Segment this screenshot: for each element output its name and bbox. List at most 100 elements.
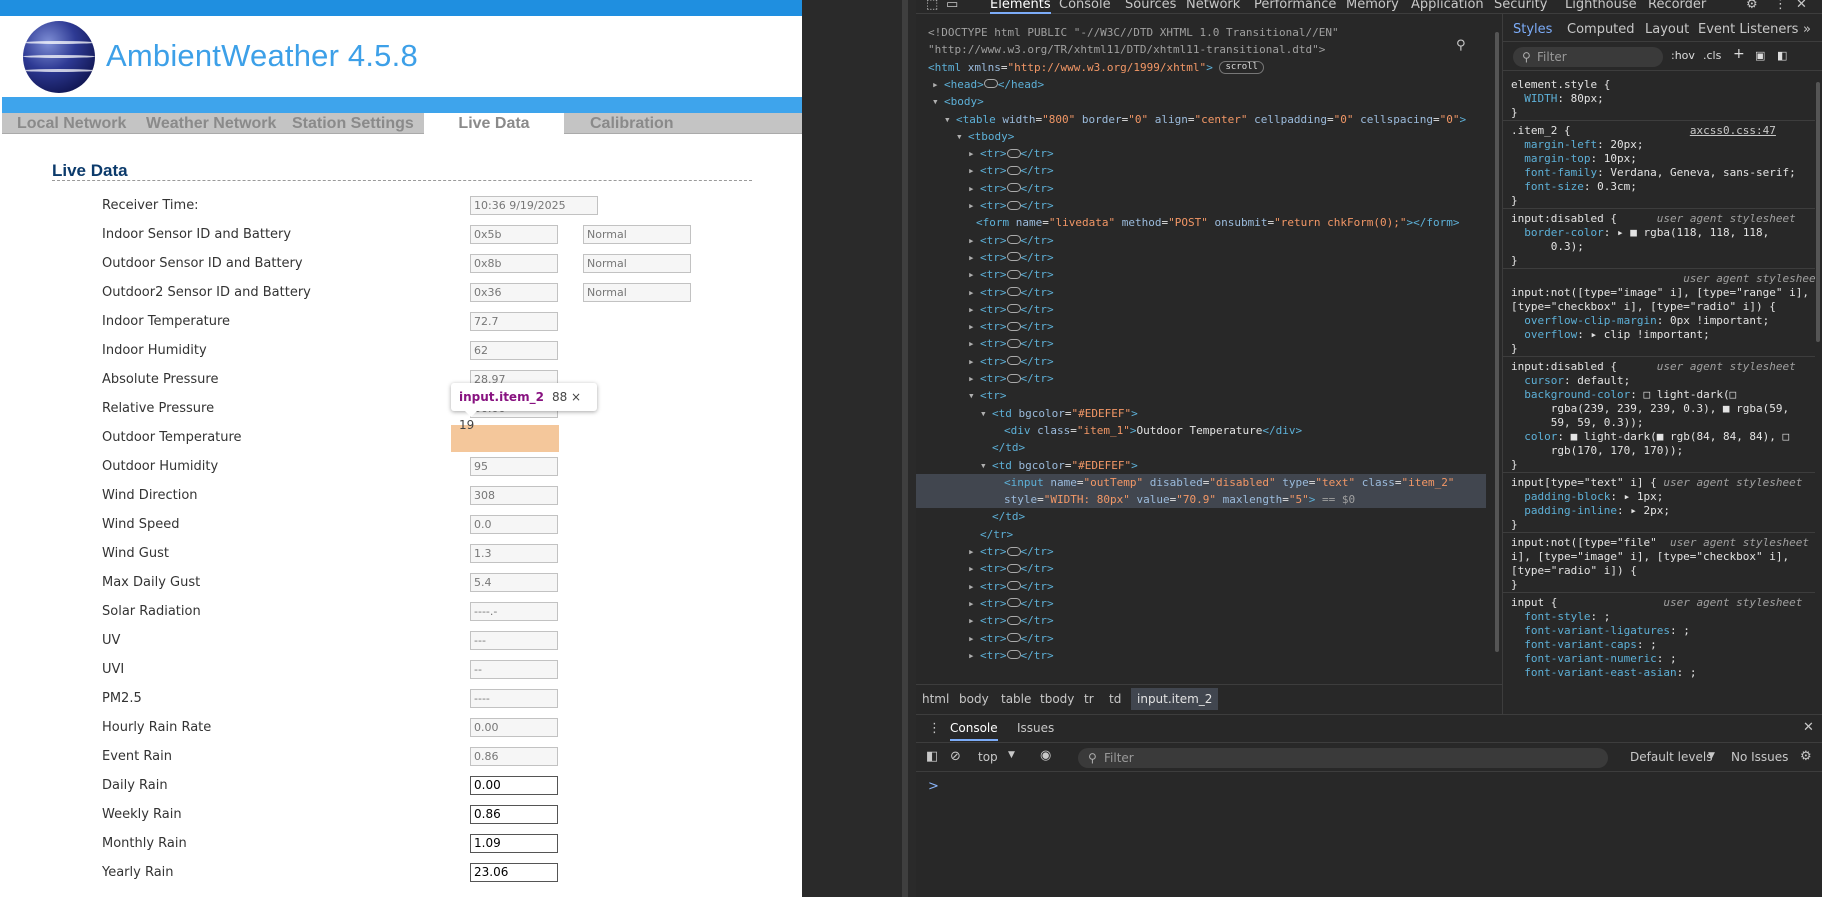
- settings-gear-icon[interactable]: ⚙: [1746, 0, 1758, 12]
- css-rule-line[interactable]: input:disabled { user agent stylesheet: [1511, 212, 1796, 226]
- css-rule-line[interactable]: }: [1511, 194, 1518, 208]
- css-rule-line[interactable]: 0.3);: [1511, 240, 1584, 254]
- tab-network[interactable]: Network: [1186, 0, 1240, 12]
- breadcrumb-table[interactable]: table: [1001, 692, 1031, 706]
- class-toggle[interactable]: .cls: [1703, 49, 1721, 62]
- dom-node[interactable]: <form name="livedata" method="POST" onsu…: [916, 214, 1460, 231]
- value-field[interactable]: 0x5b: [470, 225, 558, 244]
- sidebar-toggle-icon[interactable]: ◧: [1777, 49, 1787, 62]
- css-rule-line[interactable]: .item_2 { axcss0.css:47: [1511, 124, 1776, 138]
- tab-station-settings[interactable]: Station Settings: [292, 113, 414, 134]
- tab-application[interactable]: Application: [1411, 0, 1484, 12]
- css-rule-line[interactable]: padding-block: ▸ 1px;: [1511, 490, 1663, 504]
- dom-node[interactable]: <div class="item_1">Outdoor Temperature<…: [916, 422, 1302, 439]
- css-rule-line[interactable]: font-variant-caps: ;: [1511, 638, 1656, 652]
- dom-node[interactable]: ▾ <tr>: [916, 387, 1007, 404]
- css-rule-line[interactable]: overflow: ▸ clip !important;: [1511, 328, 1709, 342]
- accessibility-icon[interactable]: ⚲: [1456, 38, 1466, 53]
- value-field[interactable]: 0.0: [470, 515, 558, 534]
- css-rule-line[interactable]: }: [1511, 518, 1518, 532]
- value-field[interactable]: 10:36 9/19/2025: [470, 196, 598, 215]
- tab-sources[interactable]: Sources: [1125, 0, 1176, 12]
- paint-icon[interactable]: ▣: [1755, 49, 1765, 62]
- dom-node[interactable]: ▾ <table width="800" border="0" align="ce…: [916, 111, 1466, 128]
- resize-handle[interactable]: [902, 0, 908, 897]
- tab-local-network[interactable]: Local Network: [17, 113, 126, 134]
- console-prompt[interactable]: >: [928, 779, 939, 794]
- tab-layout[interactable]: Layout: [1645, 22, 1689, 37]
- tab-memory[interactable]: Memory: [1346, 0, 1399, 12]
- css-rule-line[interactable]: border-color: ▸ ■ rgba(118, 118, 118,: [1511, 226, 1769, 240]
- breadcrumb-html[interactable]: html: [922, 692, 949, 706]
- value-field[interactable]: 0.00: [470, 718, 558, 737]
- styles-scrollbar[interactable]: [1814, 72, 1822, 712]
- css-rule-line[interactable]: rgba(239, 239, 239, 0.3), ■ rgba(59,: [1511, 402, 1789, 416]
- console-filter-input[interactable]: Filter: [1078, 748, 1608, 768]
- more-options-icon[interactable]: ⋮: [1774, 0, 1787, 12]
- css-rule-line[interactable]: }: [1511, 458, 1518, 472]
- css-rule-line[interactable]: element.style {: [1511, 78, 1610, 92]
- value-field[interactable]: ----.-: [470, 602, 558, 621]
- dom-node[interactable]: ▸ <head> </head>: [916, 76, 1044, 93]
- value-field[interactable]: 23.06: [470, 863, 558, 882]
- css-rule-line[interactable]: cursor: default;: [1511, 374, 1630, 388]
- value-field[interactable]: 0x36: [470, 283, 558, 302]
- dom-node[interactable]: ▸ <tr> </tr>: [916, 543, 1054, 560]
- more-tabs-icon[interactable]: »: [1803, 22, 1811, 37]
- dom-node[interactable]: ▸ <tr> </tr>: [916, 266, 1054, 283]
- value-field[interactable]: 0.86: [470, 747, 558, 766]
- value-field[interactable]: 0.86: [470, 805, 558, 824]
- value-field[interactable]: 5.4: [470, 573, 558, 592]
- css-rule-line[interactable]: input { user agent stylesheet: [1511, 596, 1802, 610]
- css-rule-line[interactable]: padding-inline: ▸ 2px;: [1511, 504, 1670, 518]
- dom-node[interactable]: <!DOCTYPE html PUBLIC "-//W3C//DTD XHTML…: [916, 24, 1339, 41]
- device-toolbar-icon[interactable]: ▭: [946, 0, 958, 12]
- css-rule-line[interactable]: input[type="text" i] { user agent styles…: [1511, 476, 1802, 490]
- tab-event-listeners[interactable]: Event Listeners: [1698, 22, 1798, 37]
- value-field[interactable]: 0x8b: [470, 254, 558, 273]
- value-field[interactable]: 95: [470, 457, 558, 476]
- issues-count[interactable]: No Issues: [1731, 750, 1788, 764]
- tab-console[interactable]: Console: [1059, 0, 1111, 12]
- css-rule-line[interactable]: font-size: 0.3cm;: [1511, 180, 1637, 194]
- css-rule-line[interactable]: input:not([type="image" i], [type="range…: [1511, 286, 1809, 300]
- log-levels-select[interactable]: Default levels: [1630, 750, 1712, 764]
- dom-node[interactable]: ▸ <tr> </tr>: [916, 162, 1054, 179]
- close-devtools-icon[interactable]: ✕: [1796, 0, 1807, 12]
- dom-node[interactable]: ▸ <tr> </tr>: [916, 647, 1054, 664]
- css-rule-line[interactable]: rgb(170, 170, 170));: [1511, 444, 1683, 458]
- css-rule-line[interactable]: [type="checkbox" i], [type="radio" i]) {: [1511, 300, 1776, 314]
- dom-node[interactable]: ▸ <tr> </tr>: [916, 612, 1054, 629]
- dom-tree-scrollbar[interactable]: [1492, 20, 1502, 680]
- value-field[interactable]: 72.7: [470, 312, 558, 331]
- tab-live-data[interactable]: Live Data: [424, 113, 564, 134]
- css-rule-line[interactable]: background-color: □ light-dark(□: [1511, 388, 1736, 402]
- hover-state-toggle[interactable]: :hov: [1671, 49, 1695, 62]
- dom-node[interactable]: ▸ <tr> </tr>: [916, 284, 1054, 301]
- css-rule-line[interactable]: font-family: Verdana, Geneva, sans-serif…: [1511, 166, 1796, 180]
- dom-node[interactable]: ▸ <tr> </tr>: [916, 560, 1054, 577]
- battery-field[interactable]: Normal: [583, 283, 691, 302]
- value-field[interactable]: 308: [470, 486, 558, 505]
- dom-node[interactable]: ▸ <tr> </tr>: [916, 318, 1054, 335]
- dom-node[interactable]: ▸ <tr> </tr>: [916, 630, 1054, 647]
- battery-field[interactable]: Normal: [583, 225, 691, 244]
- dom-node[interactable]: ▸ <tr> </tr>: [916, 232, 1054, 249]
- css-rule-line[interactable]: input:disabled { user agent stylesheet: [1511, 360, 1796, 374]
- tab-weather-network[interactable]: Weather Network: [146, 113, 276, 134]
- tab-security[interactable]: Security: [1494, 0, 1547, 12]
- drawer-tab-issues[interactable]: Issues: [1017, 721, 1054, 735]
- value-field[interactable]: 62: [470, 341, 558, 360]
- css-rule-line[interactable]: }: [1511, 106, 1518, 120]
- dom-node-selected[interactable]: <input name="outTemp" disabled="disabled…: [916, 473, 1486, 491]
- css-rule-line[interactable]: WIDTH: 80px;: [1511, 92, 1604, 106]
- css-rule-line[interactable]: font-variant-numeric: ;: [1511, 652, 1676, 666]
- css-rule-line[interactable]: overflow-clip-margin: 0px !important;: [1511, 314, 1769, 328]
- dom-node[interactable]: "http://www.w3.org/TR/xhtml11/DTD/xhtml1…: [916, 41, 1325, 58]
- value-field[interactable]: 1.3: [470, 544, 558, 563]
- dom-node[interactable]: ▾ <td bgcolor="#EDEFEF">: [916, 405, 1138, 422]
- css-rule-line[interactable]: font-style: ;: [1511, 610, 1610, 624]
- dom-node[interactable]: ▸ <tr> </tr>: [916, 353, 1054, 370]
- context-select[interactable]: top: [978, 750, 998, 764]
- value-field[interactable]: ---: [470, 631, 558, 650]
